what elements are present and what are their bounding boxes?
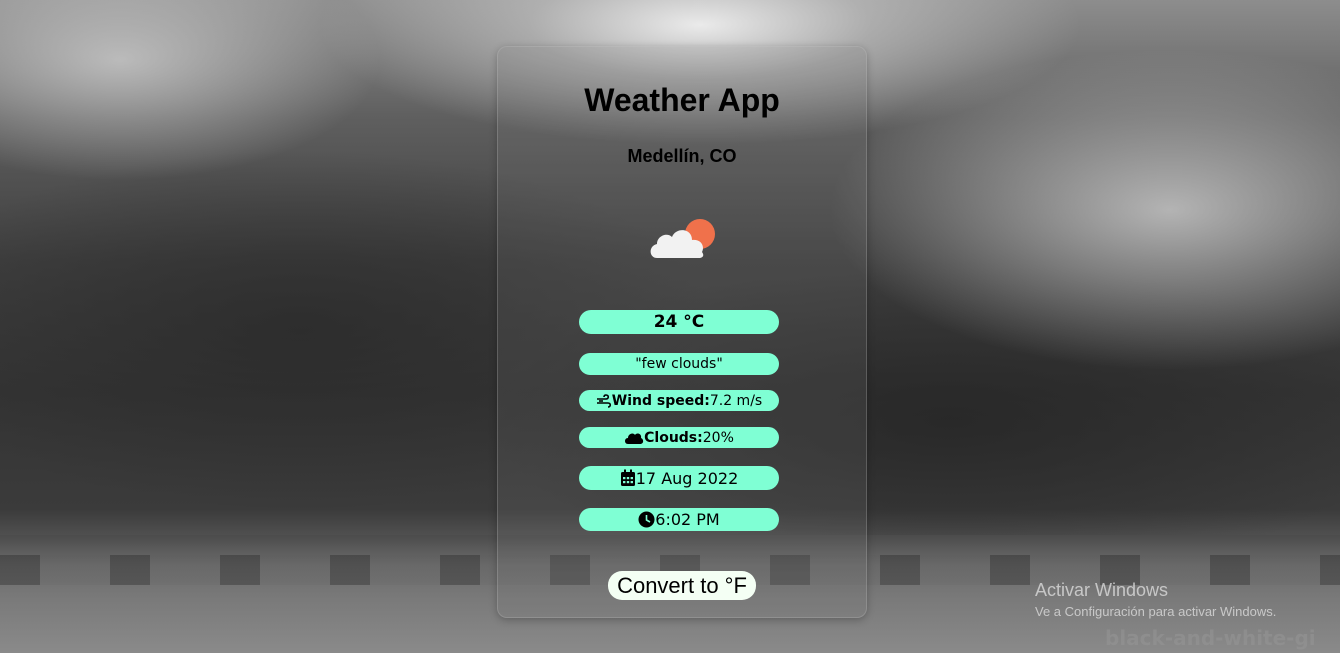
wind-icon [596, 393, 611, 408]
clouds-row: Clouds: 20% [579, 427, 779, 448]
wind-speed-label: Wind speed: [611, 392, 710, 409]
date-value: 17 Aug 2022 [635, 468, 739, 488]
date-row: 17 Aug 2022 [579, 466, 779, 490]
cloud-icon [625, 433, 644, 444]
time-row: 6:02 PM [579, 508, 779, 531]
time-value: 6:02 PM [655, 510, 720, 529]
temperature-text: 24 °C [653, 312, 705, 332]
weather-description: "few clouds" [579, 353, 779, 375]
description-text: "few clouds" [635, 356, 723, 372]
clock-icon [638, 511, 655, 528]
windows-activation-subtitle: Ve a Configuración para activar Windows. [1035, 604, 1277, 619]
calendar-icon [620, 469, 635, 486]
wind-speed-value: 7.2 m/s [709, 392, 763, 409]
background-caption: black-and-white-gi [1105, 626, 1316, 650]
app-title: Weather App [584, 82, 780, 118]
convert-to-fahrenheit-button[interactable]: Convert to °F [608, 571, 756, 600]
temperature-value: 24 °C [579, 310, 779, 334]
wind-speed-row: Wind speed: 7.2 m/s [579, 390, 779, 411]
clouds-label: Clouds: [644, 429, 703, 446]
few-clouds-day-icon [650, 219, 715, 258]
windows-activation-title: Activar Windows [1035, 580, 1169, 600]
location-label: Medellín, CO [627, 146, 737, 166]
clouds-value: 20% [702, 429, 734, 446]
